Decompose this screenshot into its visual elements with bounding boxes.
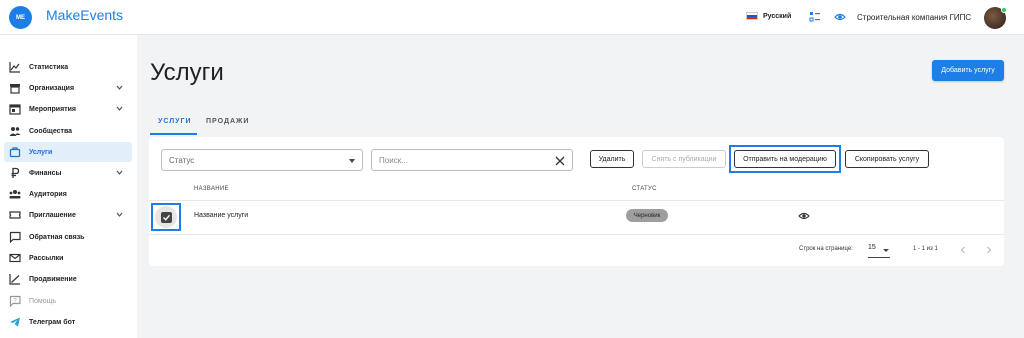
delete-button[interactable]: Удалить: [590, 150, 634, 168]
trend-icon: [9, 273, 21, 285]
sidebar-item-finance[interactable]: Финансы: [4, 163, 132, 183]
service-name-cell[interactable]: Название услуги: [194, 212, 248, 219]
rows-per-page-select[interactable]: 15: [868, 244, 890, 258]
view-eye-icon[interactable]: [798, 211, 810, 221]
unpublish-button[interactable]: Снять с публикации: [642, 150, 726, 168]
sidebar-item-label: Мероприятия: [29, 105, 76, 113]
ticket-icon: [9, 209, 21, 221]
sidebar-item-label: Статистика: [29, 63, 69, 71]
chevron-down-icon: [116, 212, 123, 217]
eye-icon[interactable]: [834, 11, 846, 23]
sidebar-item-promotion[interactable]: Продвижение: [4, 269, 132, 289]
tab-services[interactable]: УСЛУГИ: [158, 118, 192, 125]
sidebar-item-label: Помощь: [29, 297, 57, 305]
add-service-button[interactable]: Добавить услугу: [932, 60, 1004, 81]
top-bar: ME MakeEvents Русский Строительная компа…: [0, 0, 1024, 35]
sidebar-item-label: Аудитория: [29, 190, 67, 198]
checkbox-checked-icon: [160, 211, 172, 223]
table-divider: [149, 234, 1004, 235]
chevron-left-icon[interactable]: [958, 245, 968, 255]
sidebar-item-label: Услуги: [29, 148, 53, 156]
sidebar: Статистика Организация Мероприятия Сообщ…: [0, 35, 137, 338]
active-tab-indicator: [150, 133, 197, 135]
table-divider: [149, 200, 1004, 201]
status-badge: Черновик: [626, 209, 668, 222]
calendar-icon: [9, 103, 21, 115]
dropdown-arrow-icon: [349, 159, 355, 163]
sidebar-item-label: Сообщества: [29, 127, 73, 135]
sidebar-item-label: Обратная связь: [29, 233, 85, 241]
checklist-icon[interactable]: [809, 11, 821, 23]
search-field[interactable]: [371, 149, 573, 171]
feedback-icon: [9, 231, 21, 243]
brand-name[interactable]: MakeEvents: [46, 7, 123, 23]
sidebar-item-feedback[interactable]: Обратная связь: [4, 227, 132, 247]
language-selector[interactable]: Русский: [746, 12, 791, 20]
store-icon: [9, 82, 21, 94]
sidebar-item-mailings[interactable]: Рассылки: [4, 248, 132, 268]
bag-icon: [9, 146, 21, 158]
sidebar-item-label: Приглашение: [29, 211, 76, 219]
ruble-icon: [9, 167, 21, 179]
sidebar-item-label: Продвижение: [29, 275, 77, 283]
rows-per-page-value: 15: [868, 244, 876, 251]
status-select[interactable]: Статус: [161, 149, 363, 171]
row-checkbox[interactable]: [155, 206, 177, 228]
mail-icon: [9, 252, 21, 264]
copy-service-button[interactable]: Скопировать услугу: [845, 150, 929, 168]
people-icon: [9, 125, 21, 137]
sidebar-item-telegram[interactable]: Телеграм бот: [4, 312, 132, 332]
logo[interactable]: ME: [9, 6, 32, 29]
sidebar-item-organization[interactable]: Организация: [4, 78, 132, 98]
tab-sales[interactable]: ПРОДАЖИ: [206, 118, 249, 125]
sidebar-item-audience[interactable]: Аудитория: [4, 184, 132, 204]
search-input[interactable]: [379, 155, 549, 165]
sidebar-item-statistics[interactable]: Статистика: [4, 57, 132, 77]
pagination-range: 1 - 1 из 1: [913, 246, 938, 252]
company-name[interactable]: Строительная компания ГИПС: [857, 13, 971, 22]
sidebar-item-label: Рассылки: [29, 254, 64, 262]
avatar[interactable]: [984, 7, 1007, 29]
russia-flag-icon: [746, 12, 758, 20]
sidebar-item-label: Финансы: [29, 169, 62, 177]
sidebar-item-label: Телеграм бот: [29, 318, 76, 326]
sidebar-item-events[interactable]: Мероприятия: [4, 99, 132, 119]
dropdown-arrow-icon: [883, 249, 889, 252]
online-status-dot: [1001, 7, 1007, 13]
page-title: Услуги: [150, 59, 224, 86]
help-icon: ?: [9, 295, 21, 307]
sidebar-item-invitation[interactable]: Приглашение: [4, 205, 132, 225]
sidebar-item-communities[interactable]: Сообщества: [4, 121, 132, 141]
column-header-status[interactable]: СТАТУС: [632, 186, 657, 192]
audience-icon: [9, 188, 21, 200]
clear-icon[interactable]: [555, 156, 565, 166]
rows-per-page-label: Строк на странице:: [799, 246, 853, 252]
chevron-down-icon: [116, 106, 123, 111]
language-label: Русский: [763, 12, 792, 20]
status-select-placeholder: Статус: [169, 155, 195, 165]
sidebar-item-help[interactable]: ? Помощь: [4, 291, 132, 311]
column-header-name[interactable]: НАЗВАНИЕ: [194, 186, 229, 192]
telegram-icon: [9, 316, 21, 328]
chevron-down-icon: [116, 85, 123, 90]
chevron-down-icon: [116, 170, 123, 175]
chevron-right-icon[interactable]: [984, 245, 994, 255]
sidebar-item-services[interactable]: Услуги: [4, 142, 132, 162]
send-to-moderation-button[interactable]: Отправить на модерацию: [734, 150, 836, 168]
sidebar-item-label: Организация: [29, 84, 75, 92]
chart-icon: [9, 61, 21, 73]
